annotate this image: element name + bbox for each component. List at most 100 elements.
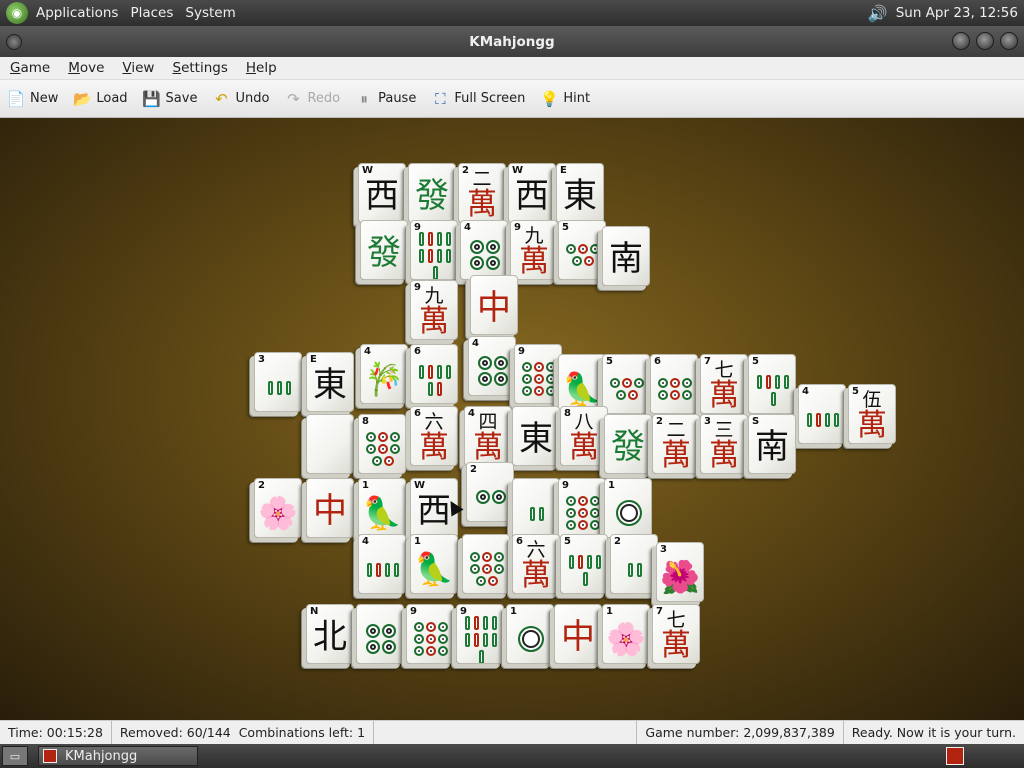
applications-menu[interactable]: Applications [30, 5, 124, 21]
mahjong-tile[interactable]: 1 🦜 [358, 478, 406, 538]
show-desktop-icon[interactable]: ▭ [2, 746, 28, 766]
menu-game[interactable]: Game [0, 60, 58, 76]
mahjong-tile[interactable]: W西 [508, 163, 556, 223]
mahjong-tile[interactable]: 9 [514, 344, 562, 404]
mahjong-tile[interactable]: 1 [604, 478, 652, 538]
mahjong-tile[interactable]: 東 [512, 406, 560, 466]
mahjong-tile[interactable]: 5 [560, 534, 608, 594]
tile-circles-icon [513, 619, 549, 659]
tile-glyph: 西 [365, 176, 399, 216]
game-board[interactable]: W 西發 2 二萬 W 西 E 東發 9 4 9 九萬 5 南 9 九萬中 4 3 E 東 4 🎋 6 9 🦜 5 6 7 七萬 5 4 5 伍… [0, 118, 1024, 720]
mahjong-tile[interactable]: S南 [748, 414, 796, 474]
taskbar-item-label: KMahjongg [65, 748, 138, 764]
mahjong-tile[interactable]: 8 [358, 414, 406, 474]
mahjong-tile[interactable]: 5伍萬 [848, 384, 896, 444]
mahjong-tile[interactable]: 1 🌸 [602, 604, 650, 664]
mahjong-tile[interactable]: 9九萬 [410, 280, 458, 340]
system-menu[interactable]: System [179, 5, 241, 21]
mahjong-tile[interactable]: 9 [558, 478, 606, 538]
tile-wan-glyph: 萬 [709, 438, 739, 473]
mahjong-tile[interactable]: 4 [798, 384, 846, 444]
hint-button[interactable]: 💡 Hint [539, 89, 590, 109]
close-icon[interactable] [1000, 32, 1018, 50]
undo-button[interactable]: ↶ Undo [211, 89, 269, 109]
mahjong-tile[interactable]: 7七萬 [652, 604, 700, 664]
mahjong-tile[interactable]: 2 [466, 462, 514, 522]
menu-help[interactable]: Help [236, 60, 285, 76]
mahjong-tile[interactable]: 9 [406, 604, 454, 664]
mahjong-tile[interactable]: 3 [254, 352, 302, 412]
minimize-icon[interactable] [952, 32, 970, 50]
save-label: Save [165, 91, 198, 106]
tile-glyph: 發 [367, 233, 401, 273]
mahjong-tile[interactable]: 🦜 [558, 354, 606, 414]
tile-wan-glyph: 萬 [569, 430, 599, 465]
tile-wan-glyph: 萬 [419, 304, 449, 339]
mahjong-tile[interactable]: N北 [306, 604, 354, 664]
mahjong-tile[interactable]: 4四萬 [464, 406, 512, 466]
window-menu-icon[interactable] [6, 34, 22, 50]
redo-button[interactable]: ↷ Redo [283, 89, 340, 109]
mahjong-tile[interactable]: 6六萬 [512, 534, 560, 594]
mahjong-tile[interactable]: 發 [408, 163, 456, 223]
mahjong-tile[interactable]: 8八萬 [560, 406, 608, 466]
mahjong-tile[interactable]: E東 [556, 163, 604, 223]
tile-glyph: 中 [477, 288, 511, 328]
mahjong-tile[interactable]: 4 [358, 534, 406, 594]
mahjong-tile[interactable]: 4 🎋 [360, 344, 408, 404]
mahjong-tile[interactable]: 3 🌺 [656, 542, 704, 602]
mahjong-tile[interactable]: 1 [506, 604, 554, 664]
window-titlebar[interactable]: KMahjongg [0, 26, 1024, 57]
places-menu[interactable]: Places [124, 5, 179, 21]
mahjong-tile[interactable]: 9 [456, 604, 504, 664]
mahjong-tile[interactable]: 6 [650, 354, 698, 414]
pause-button[interactable]: ⏸ Pause [354, 89, 416, 109]
tile-bamboo-icon [806, 399, 840, 441]
mahjong-tile[interactable]: 7七萬 [700, 354, 748, 414]
menu-move[interactable]: Move [58, 60, 112, 76]
save-button[interactable]: 💾 Save [142, 89, 198, 109]
mahjong-tile[interactable]: 中 [306, 478, 354, 538]
tray-kmahjongg-icon[interactable] [946, 747, 964, 765]
mahjong-tile[interactable] [356, 604, 404, 664]
mahjong-tile[interactable]: 6六萬 [410, 406, 458, 466]
mahjong-tile[interactable]: 發 [360, 220, 408, 280]
distro-logo-icon[interactable]: ◉ [6, 2, 28, 24]
mahjong-tile[interactable]: 發 [604, 414, 652, 474]
mahjong-tile[interactable] [512, 478, 560, 538]
menu-view[interactable]: View [112, 60, 162, 76]
mahjong-tile[interactable]: 2 🌸 [254, 478, 302, 538]
mahjong-tile[interactable]: 5 [748, 354, 796, 414]
mahjong-tile[interactable]: W西 [358, 163, 406, 223]
tile-glyph: 東 [313, 365, 347, 405]
mahjong-tile[interactable]: 5 [602, 354, 650, 414]
tile-wan-glyph: 萬 [519, 244, 549, 279]
fullscreen-button[interactable]: ⛶ Full Screen [430, 89, 525, 109]
volume-icon[interactable]: 🔊 [868, 4, 888, 23]
mahjong-tile[interactable] [462, 534, 510, 594]
mahjong-tile[interactable]: 2二萬 [458, 163, 506, 223]
mahjong-tile[interactable]: 9 [410, 220, 458, 280]
load-button[interactable]: 📂 Load [72, 89, 128, 109]
mahjong-tile[interactable]: 9九萬 [510, 220, 558, 280]
mahjong-tile[interactable]: 2 [610, 534, 658, 594]
menu-settings[interactable]: Settings [162, 60, 235, 76]
mahjong-tile[interactable]: 3三萬 [700, 414, 748, 474]
mahjong-tile[interactable]: 5 [558, 220, 606, 280]
removed-status: Removed: 60/144 Combinations left: 1 [112, 721, 375, 744]
mahjong-tile[interactable]: 南 [602, 226, 650, 286]
mahjong-tile[interactable]: 6 [410, 344, 458, 404]
mahjong-tile[interactable]: 4 [460, 220, 508, 280]
maximize-icon[interactable] [976, 32, 994, 50]
tile-bamboo-icon [520, 493, 554, 535]
clock[interactable]: Sun Apr 23, 12:56 [896, 5, 1018, 21]
mahjong-tile[interactable]: E東 [306, 352, 354, 412]
mahjong-tile[interactable] [306, 414, 354, 474]
mahjong-tile[interactable]: 中 [554, 604, 602, 664]
mahjong-tile[interactable]: 2二萬 [652, 414, 700, 474]
new-button[interactable]: 📄 New [6, 89, 59, 109]
taskbar-item-kmahjongg[interactable]: KMahjongg [38, 746, 198, 766]
mahjong-tile[interactable]: 4 [468, 336, 516, 396]
mahjong-tile[interactable]: 1 🦜 [410, 534, 458, 594]
mahjong-tile[interactable]: 中 [470, 275, 518, 335]
